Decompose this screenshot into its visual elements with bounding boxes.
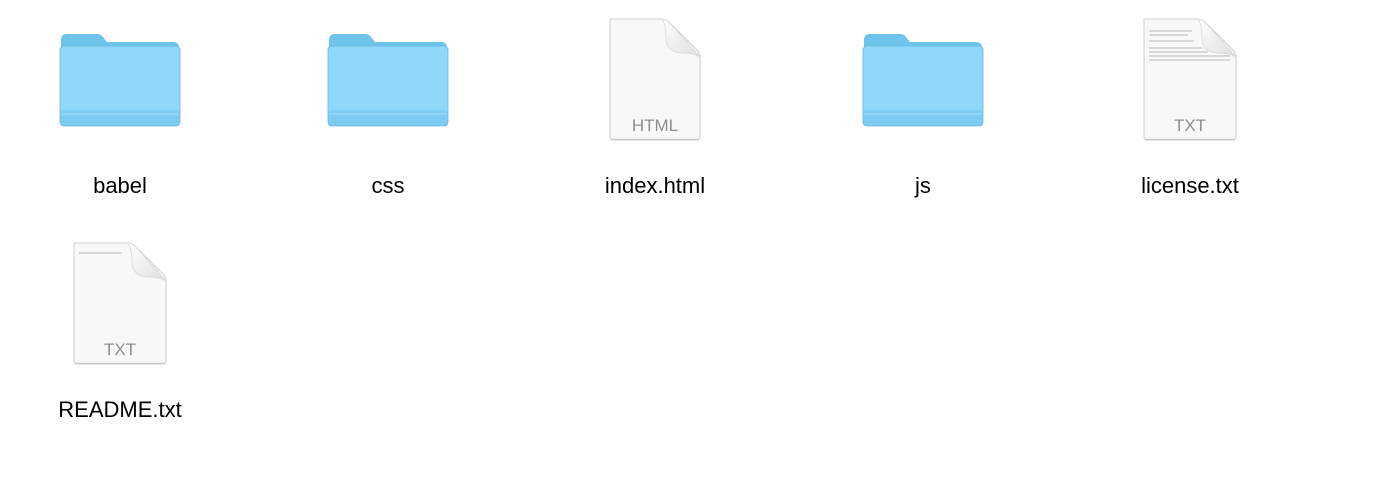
folder-icon — [813, 15, 1033, 165]
file-item-babel[interactable]: babel — [10, 15, 230, 215]
html-document-icon: HTML — [545, 15, 765, 165]
file-name-label: license.txt — [1141, 173, 1239, 198]
folder-icon — [10, 15, 230, 165]
finder-icon-view: babel css HTML index.html js TXT license… — [0, 0, 1378, 496]
text-document-icon: TXT — [1080, 15, 1300, 165]
file-item-index-html[interactable]: HTML index.html — [545, 15, 765, 215]
file-type-badge: TXT — [104, 340, 136, 359]
folder-icon — [278, 15, 498, 165]
file-item-readme-txt[interactable]: TXT README.txt — [10, 239, 230, 439]
file-item-css[interactable]: css — [278, 15, 498, 215]
file-type-badge: TXT — [1174, 116, 1206, 135]
file-name-label: css — [371, 173, 405, 198]
file-item-js[interactable]: js — [813, 15, 1033, 215]
file-name-label: babel — [93, 173, 147, 198]
file-item-license-txt[interactable]: TXT license.txt — [1080, 15, 1300, 215]
text-document-icon: TXT — [10, 239, 230, 389]
file-name-label: README.txt — [58, 397, 182, 422]
file-name-label: index.html — [604, 173, 706, 198]
file-type-badge: HTML — [632, 116, 678, 135]
file-name-label: js — [915, 173, 931, 198]
